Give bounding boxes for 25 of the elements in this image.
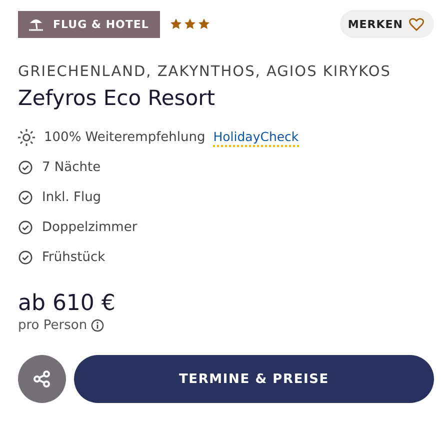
dates-prices-button[interactable]: TERMINE & PREISE [74, 355, 434, 403]
location-text: GRIECHENLAND, ZAKYNTHOS, AGIOS KIRYKOS [18, 64, 392, 80]
sun-icon [18, 129, 35, 146]
feature-text: Doppelzimmer [42, 220, 138, 235]
info-icon[interactable] [91, 319, 104, 332]
price-text: ab 610 € [18, 291, 116, 316]
feature-text: Frühstück [42, 250, 106, 265]
badge-label: FLUG & HOTEL [53, 18, 149, 30]
feature-text: 7 Nächte [42, 160, 101, 175]
beach-umbrella-icon [28, 16, 45, 32]
share-button[interactable] [18, 355, 66, 403]
price-unit: pro Person [18, 318, 88, 333]
check-circle-icon [18, 160, 33, 175]
bookmark-button[interactable]: MERKEN [340, 10, 434, 38]
holidaycheck-logo[interactable]: HolidayCheck [213, 128, 299, 146]
star-icon [170, 18, 182, 30]
check-circle-icon [18, 250, 33, 265]
star-icon [198, 18, 210, 30]
check-circle-icon [18, 220, 33, 235]
star-icon [184, 18, 196, 30]
share-icon [33, 370, 51, 388]
feature-text: 100% Weiterempfehlung [44, 130, 206, 145]
check-circle-icon [18, 190, 33, 205]
hotel-name: Zefyros Eco Resort [18, 86, 216, 110]
feature-text: Inkl. Flug [42, 190, 102, 205]
